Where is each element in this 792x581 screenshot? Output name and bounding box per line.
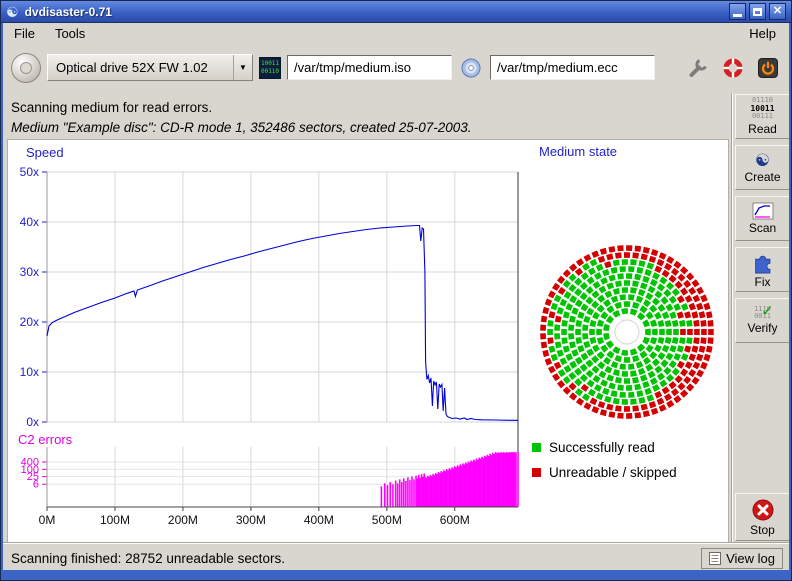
menubar-left: FileTools bbox=[4, 24, 95, 43]
stop-icon bbox=[751, 498, 775, 522]
svg-text:0x: 0x bbox=[26, 415, 39, 429]
svg-text:200M: 200M bbox=[168, 513, 198, 527]
svg-text:600M: 600M bbox=[440, 513, 470, 527]
svg-text:300M: 300M bbox=[236, 513, 266, 527]
chevron-down-icon: ▼ bbox=[233, 55, 252, 80]
status-line2: Medium "Example disc": CD-R mode 1, 3524… bbox=[11, 118, 781, 138]
check-icon: ✓ bbox=[762, 303, 772, 321]
footer-status: Scanning finished: 28752 unreadable sect… bbox=[11, 551, 285, 566]
quit-button[interactable] bbox=[755, 55, 781, 81]
menu-file[interactable]: File bbox=[4, 24, 45, 43]
yin-yang-icon: ☯ bbox=[755, 152, 770, 169]
close-button[interactable]: ✕ bbox=[769, 3, 786, 20]
puzzle-icon bbox=[751, 250, 775, 274]
svg-text:400M: 400M bbox=[304, 513, 334, 527]
stop-button[interactable]: Stop bbox=[735, 493, 790, 541]
medium-state-title: Medium state bbox=[539, 144, 617, 159]
menu-tools[interactable]: Tools bbox=[45, 24, 95, 43]
verify-button[interactable]: 1110 0011 ✓ Verify bbox=[735, 298, 790, 343]
scan-chart-icon bbox=[752, 202, 774, 220]
minimize-icon bbox=[733, 14, 742, 17]
svg-text:6: 6 bbox=[33, 479, 39, 491]
legend-green-swatch bbox=[532, 443, 541, 452]
wrench-icon bbox=[686, 56, 710, 80]
read-button[interactable]: 01110 10011 00111 Read bbox=[735, 94, 790, 139]
legend-unreadable: Unreadable / skipped bbox=[532, 465, 677, 480]
iso-icon-row: 10011 bbox=[261, 60, 279, 67]
log-page-icon bbox=[709, 552, 721, 565]
statusbar: Scanning finished: 28752 unreadable sect… bbox=[1, 543, 792, 572]
sidebar-separator bbox=[731, 93, 733, 542]
help-button[interactable] bbox=[720, 55, 746, 81]
view-log-button[interactable]: View log bbox=[701, 548, 783, 569]
svg-text:0M: 0M bbox=[39, 513, 56, 527]
status-area: Scanning medium for read errors. Medium … bbox=[1, 91, 791, 139]
drive-status-button[interactable] bbox=[11, 53, 41, 83]
legend-read: Successfully read bbox=[532, 440, 655, 455]
svg-text:50x: 50x bbox=[20, 165, 39, 179]
power-icon bbox=[756, 56, 780, 80]
minimize-button[interactable] bbox=[729, 3, 746, 20]
scan-button[interactable]: Scan bbox=[735, 196, 790, 241]
sidebar: 01110 10011 00111 Read ☯ Create Scan Fix bbox=[735, 94, 790, 541]
legend-unreadable-label: Unreadable / skipped bbox=[549, 465, 677, 480]
preferences-button[interactable] bbox=[685, 55, 711, 81]
read-binary-icon: 01110 10011 00111 bbox=[750, 97, 774, 120]
ecc-path-input[interactable] bbox=[490, 55, 655, 80]
drive-select-value: Optical drive 52X FW 1.02 bbox=[48, 55, 233, 80]
drive-select[interactable]: Optical drive 52X FW 1.02 ▼ bbox=[47, 54, 253, 81]
fix-button[interactable]: Fix bbox=[735, 247, 790, 292]
iso-icon-row: 00110 bbox=[261, 68, 279, 75]
menu-help[interactable]: Help bbox=[737, 24, 788, 43]
menubar: FileTools Help bbox=[1, 23, 791, 44]
window-title: dvdisaster-0.71 bbox=[25, 5, 112, 19]
svg-text:20x: 20x bbox=[20, 315, 39, 329]
close-icon: ✕ bbox=[773, 6, 782, 17]
view-log-label: View log bbox=[726, 551, 775, 566]
dvdisaster-window: ☯ dvdisaster-0.71 ✕ FileTools Help Optic… bbox=[0, 0, 792, 581]
iso-path-input[interactable] bbox=[287, 55, 452, 80]
svg-text:10x: 10x bbox=[20, 365, 39, 379]
toolbar: Optical drive 52X FW 1.02 ▼ 10011 00110 bbox=[1, 44, 791, 91]
create-button[interactable]: ☯ Create bbox=[735, 145, 790, 190]
chart-panel: Speed C2 errors Medium state 0M100M200M3… bbox=[7, 139, 729, 543]
iso-file-icon: 10011 00110 bbox=[259, 57, 281, 79]
speed-c2-chart: 0M 100M 200M 300M 400M 500M 600M 50x 40x 30x 20x 10… bbox=[10, 160, 530, 532]
titlebar[interactable]: ☯ dvdisaster-0.71 ✕ bbox=[1, 1, 791, 23]
svg-text:100M: 100M bbox=[100, 513, 130, 527]
speed-chart-title: Speed bbox=[26, 145, 64, 160]
maximize-icon bbox=[753, 8, 762, 16]
drive-status-icon bbox=[20, 62, 32, 74]
lifesaver-icon bbox=[721, 56, 745, 80]
svg-text:500M: 500M bbox=[372, 513, 402, 527]
app-yinyang-icon: ☯ bbox=[6, 5, 19, 19]
maximize-button[interactable] bbox=[749, 3, 766, 20]
svg-text:30x: 30x bbox=[20, 265, 39, 279]
medium-state-disc bbox=[529, 234, 725, 430]
ecc-disc-icon bbox=[458, 55, 484, 81]
status-line1: Scanning medium for read errors. bbox=[11, 98, 781, 118]
legend-red-swatch bbox=[532, 468, 541, 477]
verify-binary-icon: 1110 0011 ✓ bbox=[754, 306, 771, 321]
svg-text:40x: 40x bbox=[20, 215, 39, 229]
legend-read-label: Successfully read bbox=[549, 440, 655, 455]
